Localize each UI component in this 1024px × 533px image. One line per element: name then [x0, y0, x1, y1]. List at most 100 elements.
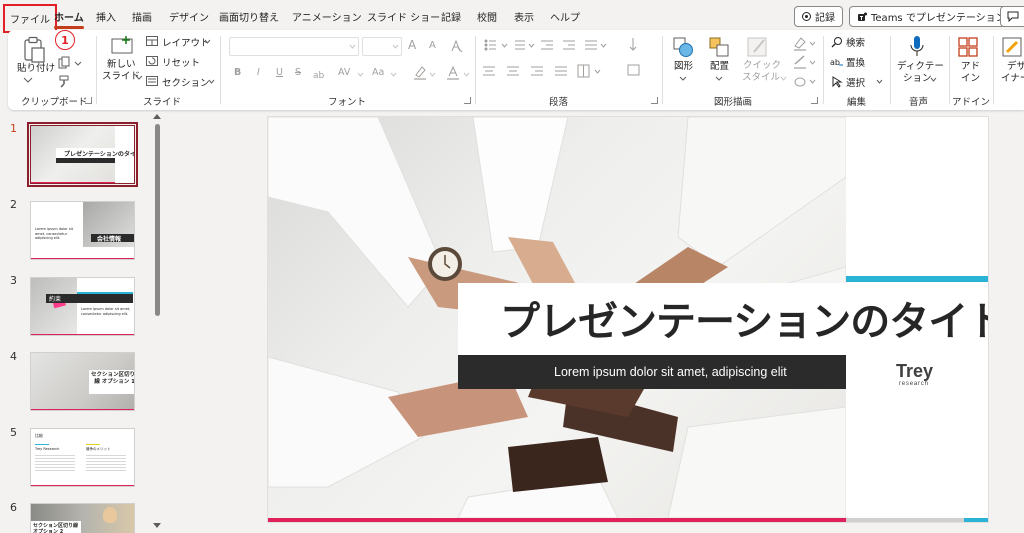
addins-icon[interactable] [957, 36, 979, 58]
designer-label-1[interactable]: デザ [1007, 61, 1024, 73]
slide-thumbnail-6[interactable]: セクション区切り線 オプション 2 [30, 503, 135, 533]
shapes-label[interactable]: 図形 [674, 61, 693, 73]
chevron-down-icon[interactable] [463, 72, 470, 77]
chevron-down-icon[interactable] [208, 79, 215, 84]
teams-present-button[interactable]: Teams でプレゼンテーション [849, 6, 1014, 27]
tab-slideshow[interactable]: スライド ショー [367, 9, 440, 24]
layout-button[interactable]: レイアウト [162, 35, 210, 49]
chevron-down-icon[interactable] [74, 61, 82, 66]
chevron-down-icon[interactable] [429, 72, 436, 77]
chevron-down-icon[interactable] [715, 76, 723, 81]
tab-help[interactable]: ヘルプ [550, 9, 580, 24]
underline-button[interactable]: U [276, 67, 283, 78]
slide-thumbnail-4[interactable]: セクション区切り線 オプション 1 [30, 352, 135, 411]
font-color-icon[interactable] [447, 65, 459, 81]
slide-thumbnail-5[interactable]: 比較 Trey Research 競争のメリット [30, 428, 135, 487]
clear-format-icon[interactable] [449, 39, 463, 53]
paragraph-controls[interactable] [483, 38, 643, 94]
paste-icon[interactable] [22, 36, 48, 64]
chevron-down-icon[interactable] [390, 72, 397, 77]
new-slide-icon[interactable] [110, 35, 134, 55]
section-button[interactable]: セクション [162, 75, 210, 89]
addins-label-2[interactable]: イン [961, 73, 980, 85]
font-launcher[interactable] [464, 97, 471, 104]
bottom-bar-cyan [964, 518, 988, 522]
chevron-down-icon[interactable] [392, 44, 399, 49]
chevron-down-icon[interactable] [780, 76, 787, 81]
chevron-down-icon[interactable] [23, 77, 33, 83]
arrange-label[interactable]: 配置 [710, 61, 729, 73]
new-slide-label-1[interactable]: 新しい [107, 59, 136, 71]
shapes-icon[interactable] [672, 36, 694, 58]
scrollbar-thumb[interactable] [155, 124, 160, 316]
tab-view[interactable]: 表示 [514, 9, 534, 24]
divider [823, 36, 824, 104]
chevron-down-icon[interactable] [349, 44, 356, 49]
chevron-down-icon[interactable] [930, 77, 937, 82]
slide-thumbnail-2[interactable]: 会社情報 Lorem ipsum dolor sit amet, consect… [30, 201, 135, 260]
strikethrough-button[interactable]: S [295, 67, 301, 78]
change-case-button[interactable]: Aa [372, 67, 384, 78]
chevron-down-icon[interactable] [357, 72, 364, 77]
chevron-down-icon[interactable] [876, 79, 883, 84]
font-name-select[interactable] [229, 37, 359, 56]
grow-font-button[interactable]: A [408, 38, 416, 52]
dictate-label-1[interactable]: ディクテー [897, 61, 944, 73]
paste-label[interactable]: 貼り付け [17, 63, 55, 75]
bold-button[interactable]: B [234, 67, 241, 78]
quick-styles-label-1[interactable]: クイック [743, 60, 781, 72]
slide-thumbnail-3[interactable]: 約束 Lorem ipsum dolor sit amet, consectet… [30, 277, 135, 336]
shape-format-icons[interactable] [792, 36, 822, 92]
quick-styles-label-2[interactable]: スタイル [742, 72, 780, 84]
thumb-number: 2 [10, 198, 17, 211]
arrange-icon[interactable] [708, 36, 730, 58]
quick-styles-icon[interactable] [746, 36, 770, 58]
format-painter-icon[interactable] [58, 74, 72, 88]
thumb-accent-bar [86, 444, 100, 445]
thumb-title: プレゼンテーションのタイトル [64, 151, 135, 158]
record-button[interactable]: 記録 [794, 6, 843, 27]
microphone-icon[interactable] [909, 34, 925, 60]
tab-home[interactable]: ホーム [54, 9, 84, 29]
clipboard-launcher[interactable] [85, 97, 92, 104]
slide-canvas[interactable]: プレゼンテーションのタイトル Lorem ipsum dolor sit ame… [268, 117, 988, 522]
replace-button[interactable]: 置換 [846, 55, 865, 69]
highlight-icon[interactable] [413, 65, 427, 81]
slide-thumbnail-1[interactable]: プレゼンテーションのタイトル [27, 122, 138, 187]
designer-label-2[interactable]: イナー [1001, 73, 1024, 85]
chevron-down-icon[interactable] [135, 75, 143, 80]
tab-file[interactable]: ファイル [3, 4, 57, 33]
slide-subtitle[interactable]: Lorem ipsum dolor sit amet, adipiscing e… [554, 365, 787, 379]
paragraph-group-label: 段落 [549, 97, 569, 108]
logo: Trey [896, 361, 934, 381]
tab-review[interactable]: 校閲 [477, 9, 497, 24]
comments-button[interactable] [1000, 6, 1024, 27]
dictate-label-2[interactable]: ション [903, 73, 932, 85]
slide-title[interactable]: プレゼンテーションのタイトル [500, 289, 988, 347]
scroll-up-icon[interactable] [153, 114, 161, 119]
thumb-number: 6 [10, 501, 17, 514]
reset-button[interactable]: リセット [162, 55, 200, 69]
drawing-launcher[interactable] [811, 97, 818, 104]
tab-animations[interactable]: アニメーション [292, 9, 362, 24]
chevron-down-icon[interactable] [679, 76, 687, 81]
char-spacing-button[interactable]: AV [338, 67, 350, 78]
addins-label-1[interactable]: アド [961, 61, 980, 73]
select-button[interactable]: 選択 [846, 75, 865, 89]
italic-button[interactable]: I [257, 67, 260, 78]
tab-insert[interactable]: 挿入 [96, 9, 116, 24]
scroll-down-icon[interactable] [153, 523, 161, 528]
tab-draw[interactable]: 描画 [132, 9, 152, 24]
thumb-title: セクション区切り線 オプション 1 [91, 372, 135, 385]
designer-icon[interactable] [1001, 36, 1023, 58]
shadow-icon[interactable]: ab [312, 68, 328, 80]
tab-transitions[interactable]: 画面切り替え [219, 9, 279, 24]
copy-icon[interactable] [58, 56, 70, 69]
paragraph-launcher[interactable] [651, 97, 658, 104]
tab-record[interactable]: 記録 [441, 9, 461, 24]
divider [220, 36, 221, 104]
find-button[interactable]: 検索 [846, 35, 865, 49]
chevron-down-icon[interactable] [204, 39, 211, 44]
tab-design[interactable]: デザイン [169, 9, 209, 24]
shrink-font-button[interactable]: A [429, 40, 436, 51]
